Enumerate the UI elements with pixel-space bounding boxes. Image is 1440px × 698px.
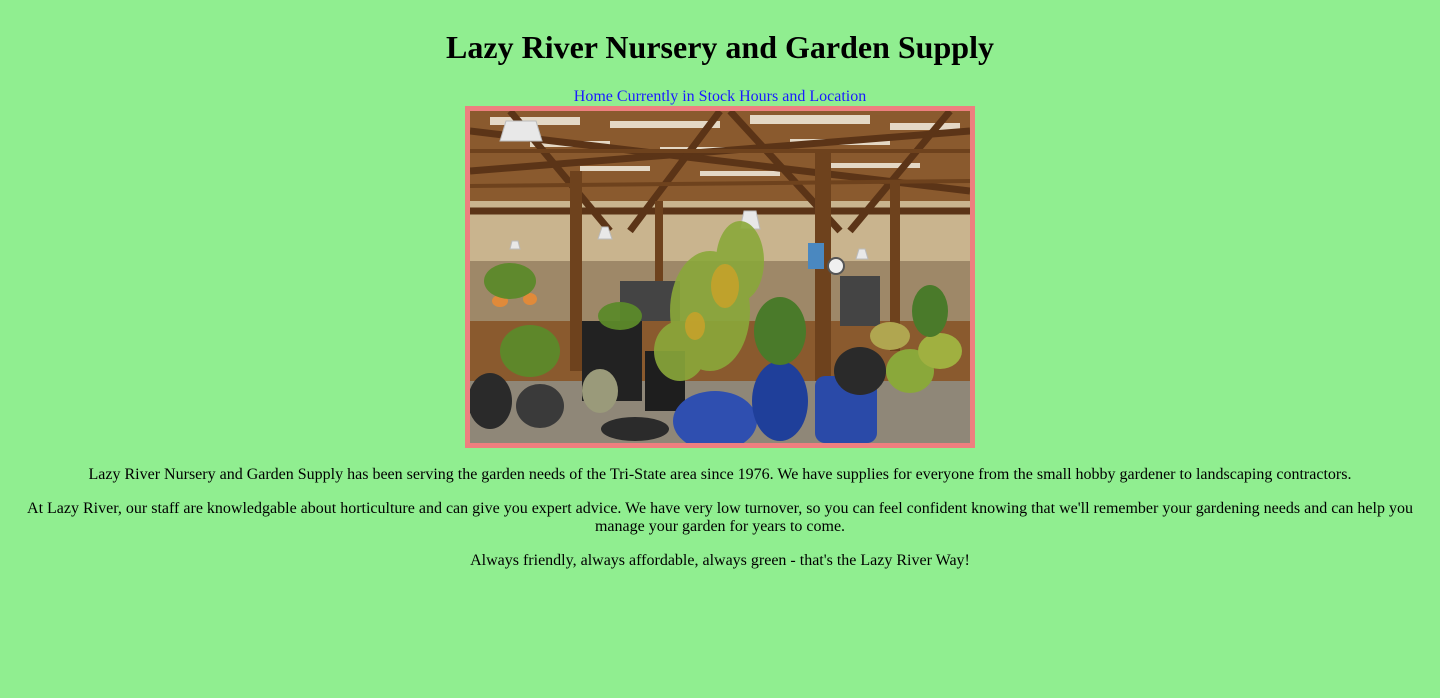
nav-link-hours-and-location[interactable]: Hours and Location	[739, 88, 866, 105]
slogan-paragraph: Always friendly, always affordable, alwa…	[470, 552, 970, 569]
page-title: Lazy River Nursery and Garden Supply	[446, 29, 994, 65]
nav-link-currently-in-stock[interactable]: Currently in Stock	[617, 88, 735, 105]
nav-link-home[interactable]: Home	[574, 88, 613, 105]
garden-center-photo	[465, 106, 975, 448]
nav-bar: Home Currently in Stock Hours and Locati…	[0, 87, 1440, 106]
intro-paragraph: Lazy River Nursery and Garden Supply has…	[88, 466, 1352, 483]
staff-paragraph: At Lazy River, our staff are knowledgabl…	[27, 500, 1413, 535]
main-content: Lazy River Nursery and Garden Supply has…	[16, 466, 1424, 586]
page: Lazy River Nursery and Garden Supply Hom…	[0, 0, 1440, 698]
